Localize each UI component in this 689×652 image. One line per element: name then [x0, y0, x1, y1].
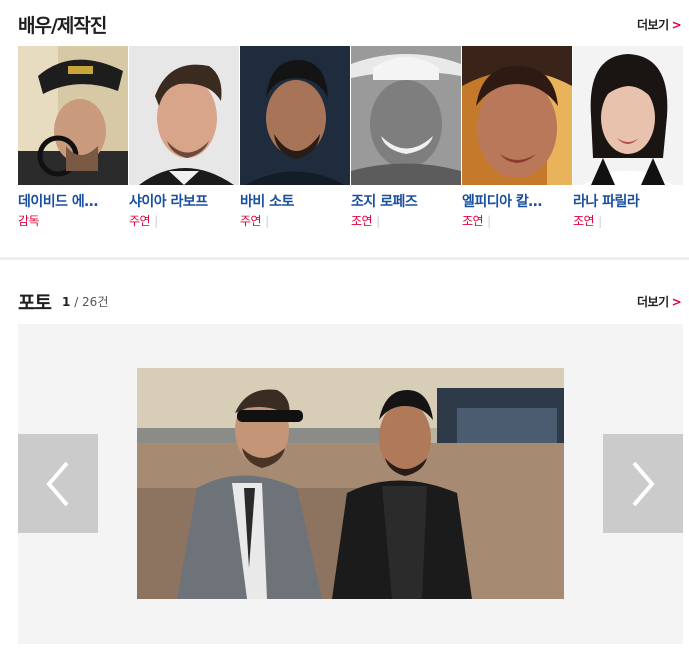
cast-name[interactable]: 라나 파릴라: [573, 191, 683, 209]
role-separator: |: [154, 214, 158, 228]
cast-role-label: 조연: [351, 214, 373, 228]
role-separator: |: [598, 214, 602, 228]
photo-total: / 26건: [74, 295, 109, 309]
next-photo-button[interactable]: [603, 434, 683, 533]
photo-gallery: [18, 324, 683, 644]
cast-more-label: 더보기: [637, 18, 669, 32]
cast-role-label: 조연: [573, 214, 595, 228]
cast-item[interactable]: 샤이아 라보프 주연 |: [129, 46, 239, 229]
cast-role-label: 주연: [240, 214, 262, 228]
cast-name[interactable]: 엘피디아 칼…: [462, 191, 572, 209]
cast-name[interactable]: 바비 소토: [240, 191, 350, 209]
cast-role-label: 주연: [129, 214, 151, 228]
photo-more-label: 더보기: [637, 295, 669, 309]
cast-role-label: 조연: [462, 214, 484, 228]
prev-photo-button[interactable]: [18, 434, 98, 533]
role-separator: |: [376, 214, 380, 228]
cast-photo[interactable]: [462, 46, 572, 185]
cast-photo[interactable]: [351, 46, 461, 185]
cast-photo[interactable]: [129, 46, 239, 185]
main-photo[interactable]: [137, 368, 564, 599]
cast-role: 감독: [18, 212, 128, 229]
photo-section-title: 포토: [18, 292, 52, 314]
cast-item[interactable]: 조지 로페즈 조연 |: [351, 46, 461, 229]
cast-name[interactable]: 데이비드 에…: [18, 191, 128, 209]
cast-item[interactable]: 라나 파릴라 조연 |: [573, 46, 683, 229]
cast-list: 데이비드 에… 감독 샤이아 라보프 주연 | 바비 소토 주연 | 조지 로페…: [18, 46, 683, 236]
cast-name[interactable]: 샤이아 라보프: [129, 191, 239, 209]
photo-count: 1 / 26건: [62, 293, 108, 310]
cast-section-title: 배우/제작진: [18, 15, 107, 37]
cast-role: 조연 |: [351, 212, 461, 229]
arrow-right-icon: [632, 461, 655, 506]
photo-more-link[interactable]: 더보기 >: [637, 293, 682, 310]
cast-item[interactable]: 엘피디아 칼… 조연 |: [462, 46, 572, 229]
role-separator: |: [487, 214, 491, 228]
cast-more-link[interactable]: 더보기 >: [637, 16, 682, 33]
cast-photo[interactable]: [18, 46, 128, 185]
section-divider: [0, 257, 689, 260]
cast-item[interactable]: 데이비드 에… 감독: [18, 46, 128, 229]
cast-role: 조연 |: [573, 212, 683, 229]
role-separator: |: [265, 214, 269, 228]
cast-name[interactable]: 조지 로페즈: [351, 191, 461, 209]
photo-current: 1: [62, 295, 71, 309]
cast-role: 주연 |: [240, 212, 350, 229]
cast-role-label: 감독: [18, 214, 40, 228]
cast-role: 주연 |: [129, 212, 239, 229]
chevron-right-icon: >: [671, 295, 682, 309]
cast-photo[interactable]: [240, 46, 350, 185]
cast-item[interactable]: 바비 소토 주연 |: [240, 46, 350, 229]
arrow-left-icon: [46, 461, 69, 506]
cast-role: 조연 |: [462, 212, 572, 229]
cast-photo[interactable]: [573, 46, 683, 185]
chevron-right-icon: >: [671, 18, 682, 32]
